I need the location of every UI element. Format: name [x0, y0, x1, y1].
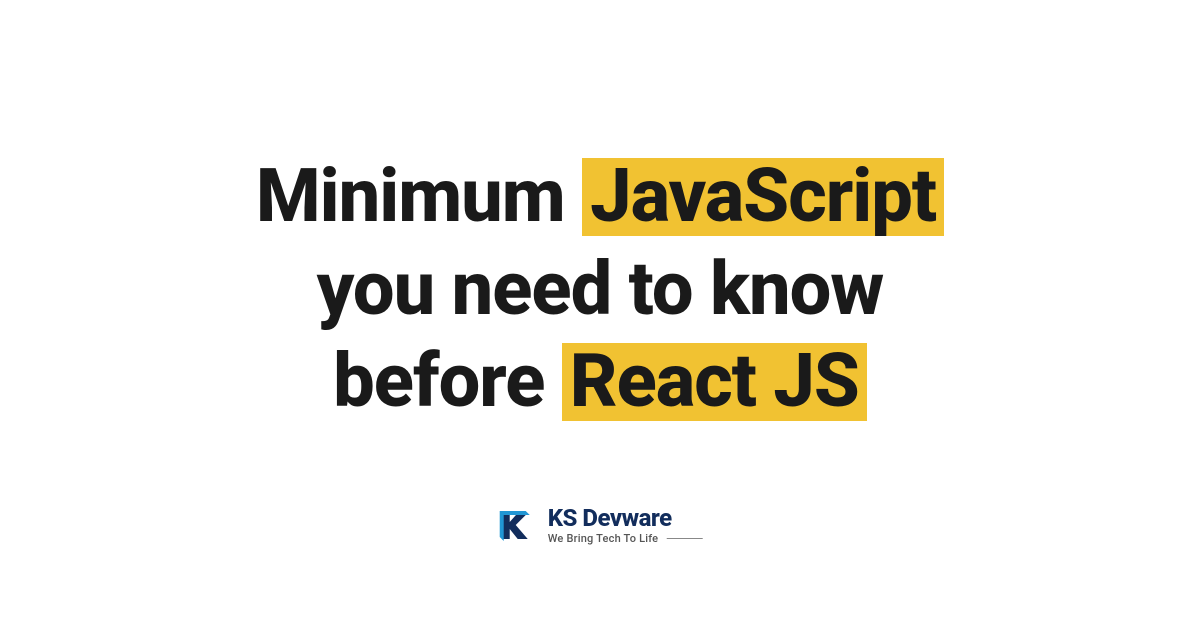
brand-logo: KS Devware We Bring Tech To Life: [498, 506, 703, 545]
tagline-decoration-line: [666, 538, 702, 539]
logo-tagline-row: We Bring Tech To Life: [548, 532, 703, 545]
logo-icon: [498, 507, 536, 545]
title-highlight-reactjs: React JS: [562, 343, 867, 421]
title-text: before: [333, 338, 544, 425]
title-highlight-javascript: JavaScript: [582, 158, 944, 236]
logo-tagline: We Bring Tech To Life: [548, 532, 659, 545]
title-line-3: before React JS: [256, 336, 944, 429]
main-title: Minimum JavaScript you need to know befo…: [256, 151, 944, 429]
title-line-2: you need to know: [256, 244, 944, 337]
title-line-1: Minimum JavaScript: [256, 151, 944, 244]
logo-name: KS Devware: [548, 506, 703, 530]
logo-text-group: KS Devware We Bring Tech To Life: [548, 506, 703, 545]
title-text: Minimum: [256, 153, 565, 240]
